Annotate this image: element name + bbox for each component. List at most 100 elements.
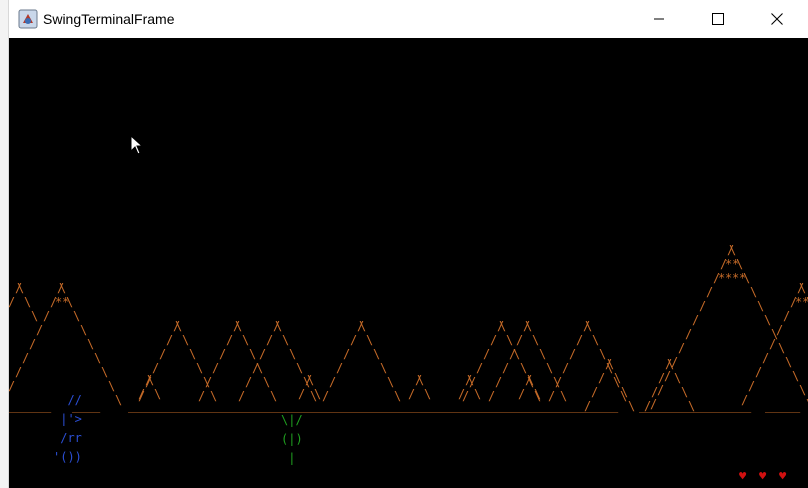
mountain-slope: / (259, 347, 267, 361)
mouse-cursor-icon (130, 135, 144, 155)
mountain-slope: \ (373, 347, 381, 361)
mountain-slope: \ (235, 319, 243, 333)
mountain-slope: / (658, 371, 666, 385)
mountain-slope: / (336, 361, 344, 375)
mountain-slope: / (36, 323, 44, 337)
mountain-slope: / (502, 361, 510, 375)
mountain-slope: / (9, 380, 15, 392)
mountain-slope: \ (94, 351, 102, 365)
ground-segment: _ (793, 399, 801, 413)
close-button[interactable] (754, 0, 800, 38)
mountain-slope: \ (585, 319, 593, 333)
mountain-slope: / (205, 375, 213, 389)
mountain-slope: / (483, 347, 491, 361)
maximize-button[interactable] (695, 0, 741, 38)
mountain-slope: \ (729, 243, 737, 257)
mountain-slope: / (509, 347, 517, 361)
mountain-slope: \ (750, 285, 758, 299)
life-heart-icon: ♥ (759, 469, 767, 483)
mountain-slope: \ (525, 319, 533, 333)
mountain-slope: \ (31, 309, 39, 323)
mountain-slope: / (252, 361, 260, 375)
mountain-slope: / (350, 333, 358, 347)
desktop-edge (0, 0, 9, 488)
mountain-slope: / (562, 361, 570, 375)
mountain-slope: \ (17, 281, 25, 295)
mountain-slope: / (245, 375, 253, 389)
mountain-slope: \ (108, 379, 116, 393)
mountain-slope: \ (24, 295, 32, 309)
mountain-slope: \ (592, 333, 600, 347)
window-title: SwingTerminalFrame (43, 11, 175, 27)
mountain-slope: \ (621, 385, 629, 399)
mountain-slope: \ (275, 319, 283, 333)
mountain-slope: \ (101, 365, 109, 379)
mountain-slope: \ (242, 333, 250, 347)
mountain-slope: \ (307, 373, 315, 387)
mountain-slope: \ (380, 361, 388, 375)
mountain-slope: / (159, 347, 167, 361)
mountain-slope: / (29, 337, 37, 351)
player-sprite-row: '()) (53, 450, 82, 464)
life-heart-icon: ♥ (779, 469, 787, 483)
mountain-slope: \ (785, 355, 793, 369)
mountain-snow: * (739, 271, 747, 285)
mountain-slope: \ (417, 373, 425, 387)
ground-segment: _ (611, 399, 619, 413)
player-sprite-row: // (53, 393, 82, 407)
mountain-slope: / (651, 385, 659, 399)
mountain-slope: / (266, 333, 274, 347)
mountain-snow: * (732, 257, 740, 271)
mountain-slope: \ (506, 333, 514, 347)
mountain-slope: \ (674, 371, 682, 385)
java-app-icon (18, 9, 38, 29)
mountain-slope: / (685, 327, 693, 341)
app-window: SwingTerminalFrame /\/\/\/\/\/\/\/\/\**/… (9, 0, 808, 488)
ground-segment: _ (744, 399, 752, 413)
mountain-slope: / (166, 333, 174, 347)
terminal-game-canvas[interactable]: /\/\/\/\/\/\/\/\/\**/\/\/\/\/\/\/\/\/\/\… (9, 38, 808, 488)
mountain-slope: \ (115, 393, 123, 407)
mountain-slope: / (343, 347, 351, 361)
mountain-slope: / (22, 351, 30, 365)
maximize-icon (712, 13, 724, 25)
mountain-slope: \ (289, 347, 297, 361)
minimize-button[interactable] (636, 0, 682, 38)
mountain-snow: * (62, 295, 70, 309)
mountain-slope: / (755, 365, 763, 379)
mountain-slope: / (762, 351, 770, 365)
mountain-slope: / (678, 341, 686, 355)
mountain-slope: \ (249, 347, 257, 361)
mountain-slope: \ (73, 309, 81, 323)
mountain-slope: / (783, 309, 791, 323)
close-icon (771, 13, 783, 25)
mountain-slope: \ (387, 375, 395, 389)
title-bar[interactable]: SwingTerminalFrame (9, 0, 808, 38)
mountain-slope: \ (799, 383, 807, 397)
mountain-slope: \ (778, 341, 786, 355)
mountain-slope: / (748, 379, 756, 393)
mountain-slope: \ (792, 369, 800, 383)
mountain-slope: \ (527, 373, 535, 387)
plant-sprite-row: (|) (281, 432, 303, 446)
mountain-slope: \ (499, 319, 507, 333)
mountain-slope: \ (175, 319, 183, 333)
mountain-slope: \ (539, 347, 547, 361)
mountain-slope: / (226, 333, 234, 347)
mountain-snow: * (802, 296, 808, 308)
mountain-slope: / (598, 371, 606, 385)
mountain-slope: \ (467, 373, 475, 387)
mountain-slope: / (576, 333, 584, 347)
mountain-slope: / (706, 285, 714, 299)
ground-segment: _ (44, 399, 52, 413)
mountain-slope: / (212, 361, 220, 375)
mountain-slope: / (516, 333, 524, 347)
mountain-slope: \ (189, 347, 197, 361)
mountain-slope: / (219, 347, 227, 361)
mountain-slope: \ (196, 361, 204, 375)
mountain-slope: / (555, 375, 563, 389)
mountain-slope: / (490, 333, 498, 347)
mountain-slope: / (769, 337, 777, 351)
mountain-slope: \ (182, 333, 190, 347)
mountain-slope: / (699, 299, 707, 313)
